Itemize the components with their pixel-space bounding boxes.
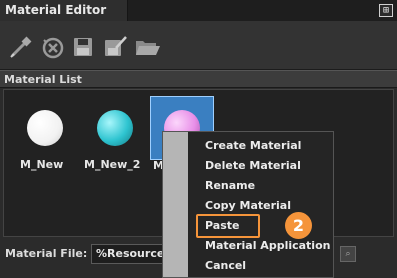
menu-item-cancel[interactable]: Cancel (205, 256, 246, 275)
material-item-m-new-2[interactable]: M_New_2 (84, 100, 148, 171)
context-menu-gutter (163, 132, 188, 277)
menu-item-material-application[interactable]: Material Application (205, 236, 330, 255)
material-file-label: Material File: (5, 247, 88, 260)
pin-icon[interactable]: ⊞ (379, 4, 393, 17)
material-item-m-new[interactable]: M_New (14, 100, 78, 171)
menu-item-create-material[interactable]: Create Material (205, 136, 301, 155)
menu-item-delete-material[interactable]: Delete Material (205, 156, 301, 175)
material-file-input[interactable]: %Resource\ (91, 244, 171, 264)
material-label: M_New_2 (84, 158, 141, 171)
save-icon[interactable] (68, 34, 98, 60)
save-as-icon[interactable] (100, 34, 130, 60)
material-sphere (97, 110, 133, 146)
title-bar: Material Editor ⊞ (0, 0, 397, 21)
material-list-title: Material List (4, 73, 82, 86)
reset-icon[interactable] (38, 34, 68, 60)
step-badge: 2 (285, 212, 312, 239)
material-list-header: Material List (0, 70, 397, 88)
search-icon[interactable]: ⌕ (340, 246, 356, 262)
toolbar (0, 21, 397, 70)
material-label: M_New (20, 158, 64, 171)
eyedropper-icon[interactable] (5, 34, 35, 60)
menu-item-copy-material[interactable]: Copy Material (205, 196, 291, 215)
context-menu: Create Material Delete Material Rename C… (162, 131, 334, 278)
material-sphere (27, 110, 63, 146)
editor-tab[interactable]: Material Editor (0, 0, 128, 21)
menu-item-rename[interactable]: Rename (205, 176, 255, 195)
open-folder-icon[interactable] (132, 34, 162, 60)
paste-highlight-box (196, 214, 260, 238)
window-title: Material Editor (5, 3, 107, 17)
